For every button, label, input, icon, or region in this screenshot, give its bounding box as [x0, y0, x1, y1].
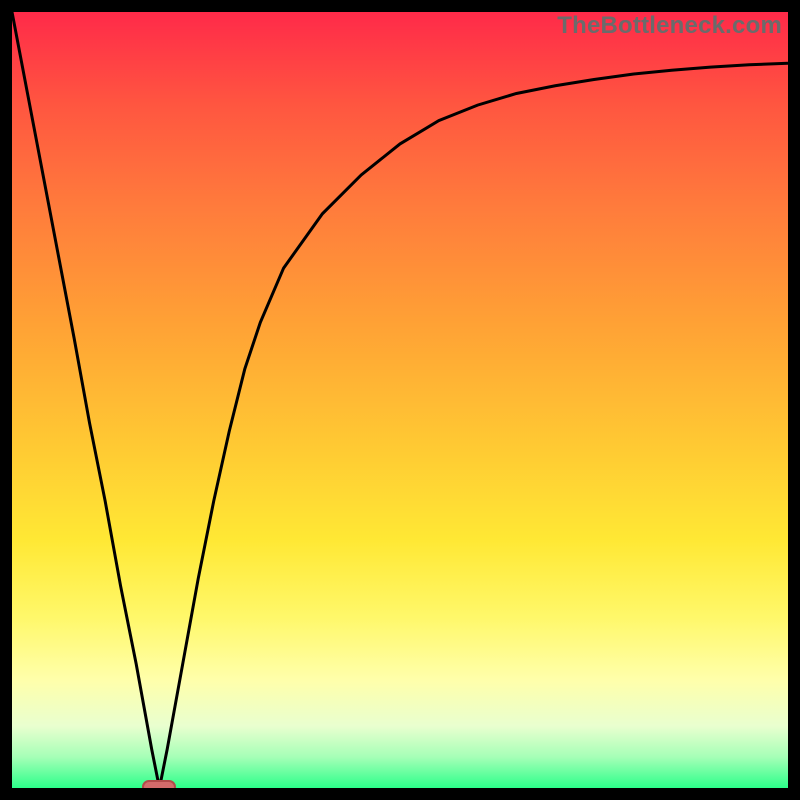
plot-area	[12, 12, 788, 788]
chart-container: TheBottleneck.com	[0, 0, 800, 800]
curve-path	[12, 12, 788, 788]
watermark-text: TheBottleneck.com	[557, 12, 782, 40]
bottleneck-curve	[12, 12, 788, 788]
minimum-marker	[142, 780, 176, 794]
